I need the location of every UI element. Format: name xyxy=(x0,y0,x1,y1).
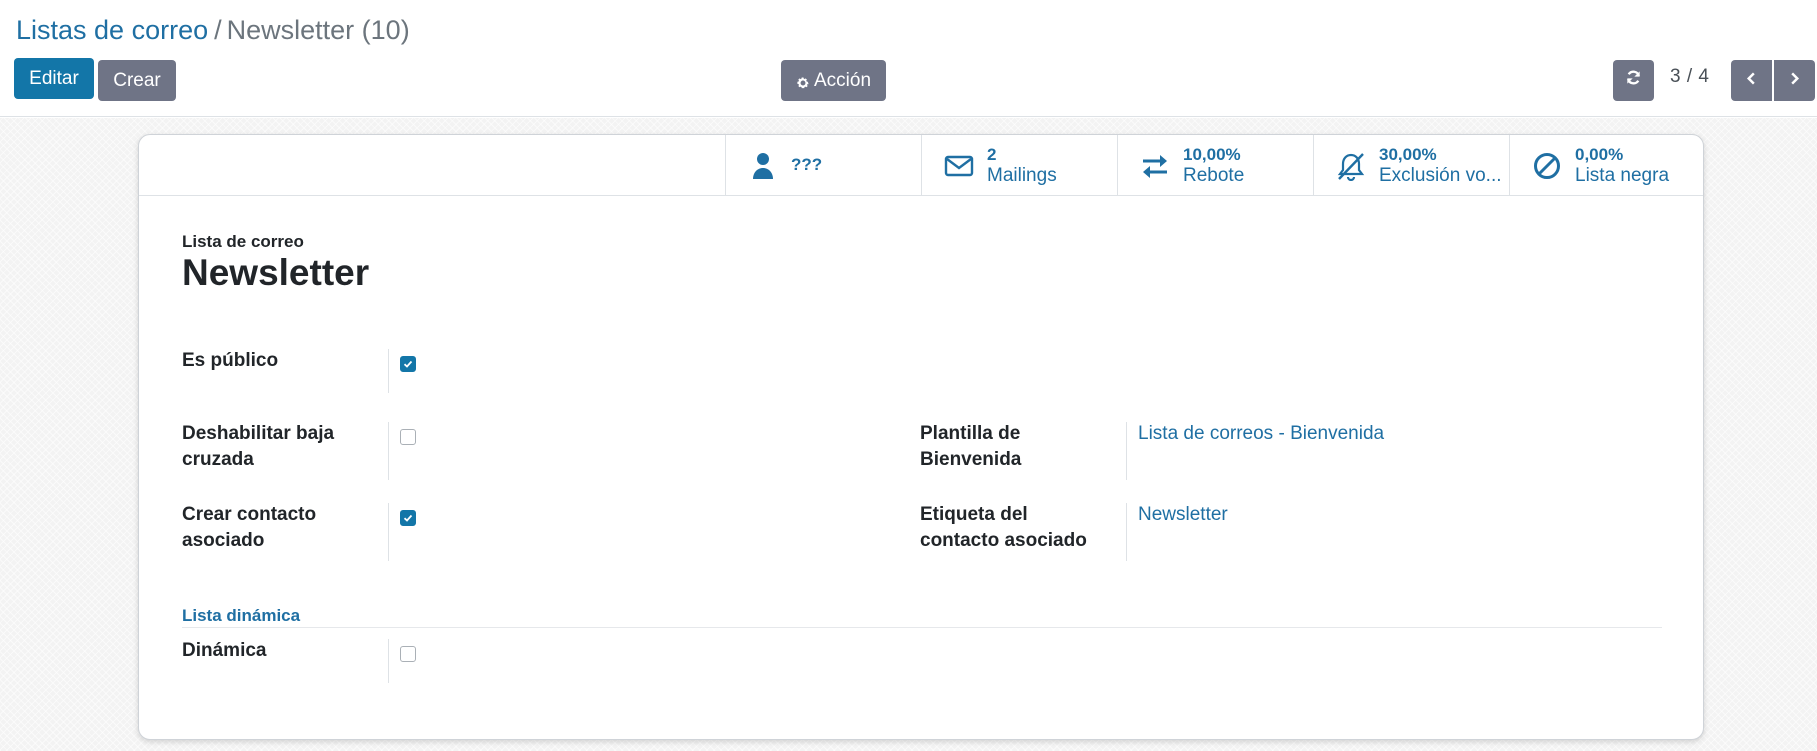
action-button[interactable]: Acción xyxy=(781,60,886,101)
dynamic-section-title: Lista dinámica xyxy=(182,606,301,625)
blacklist-stat-value: 0,00% xyxy=(1575,145,1624,164)
welcome-template-link[interactable]: Lista de correos - Bienvenida xyxy=(1138,423,1384,445)
form-sheet: ??? 2 Mailings 10,00% Rebote 30,00% Excl… xyxy=(138,134,1704,740)
create-contact-label: Crear contacto asociado xyxy=(182,502,316,554)
control-panel: Listas de correo / Newsletter (10) Editar … xyxy=(0,0,1817,117)
disable-cross-label-line2: cruzada xyxy=(182,449,254,470)
breadcrumb-separator: / xyxy=(214,15,222,45)
contact-tag-link[interactable]: Newsletter xyxy=(1138,504,1228,526)
ban-icon xyxy=(1532,151,1562,181)
optout-stat-value: 30,00% xyxy=(1379,145,1437,164)
envelope-icon xyxy=(944,151,974,181)
breadcrumb-parent-link[interactable]: Listas de correo xyxy=(16,15,208,45)
bounce-stat-button[interactable]: 10,00% Rebote xyxy=(1117,135,1313,195)
disable-cross-label-line1: Deshabilitar baja xyxy=(182,423,335,444)
chevron-left-icon xyxy=(1744,70,1759,92)
name-field-label: Lista de correo xyxy=(182,232,304,251)
create-contact-checkbox[interactable] xyxy=(400,510,416,526)
create-contact-label-line1: Crear contacto xyxy=(182,504,317,525)
breadcrumb-current: Newsletter (10) xyxy=(226,15,410,45)
welcome-template-label-line1: Plantilla de xyxy=(920,423,1021,444)
create-button[interactable]: Crear xyxy=(98,60,176,101)
reload-button[interactable] xyxy=(1613,60,1654,101)
action-button-label: Acción xyxy=(813,69,872,91)
exchange-icon xyxy=(1140,151,1170,181)
contact-tag-label: Etiqueta del contacto asociado xyxy=(920,502,1087,554)
edit-button-label: Editar xyxy=(29,67,79,89)
optout-stat-label: Exclusión vo... xyxy=(1379,165,1502,186)
bounce-stat-value: 10,00% xyxy=(1183,145,1241,164)
field-separator xyxy=(1126,503,1127,561)
create-button-label: Crear xyxy=(113,69,161,91)
field-separator xyxy=(388,349,389,393)
pager-previous-button[interactable] xyxy=(1731,60,1772,101)
disable-cross-label: Deshabilitar baja cruzada xyxy=(182,421,334,473)
welcome-template-label-line2: Bienvenida xyxy=(920,449,1022,470)
mailings-stat-value: 2 xyxy=(987,145,997,164)
pager-value[interactable]: 3 / 4 xyxy=(1670,66,1709,88)
smart-button-box: ??? 2 Mailings 10,00% Rebote 30,00% Excl… xyxy=(139,135,1703,196)
section-divider xyxy=(182,627,1662,628)
field-separator xyxy=(388,639,389,683)
bell-slash-icon xyxy=(1336,151,1366,182)
mailings-stat-button[interactable]: 2 Mailings xyxy=(921,135,1117,195)
field-separator xyxy=(388,503,389,561)
is-public-label: Es público xyxy=(182,350,279,371)
field-separator xyxy=(1126,422,1127,480)
blacklist-stat-label: Lista negra xyxy=(1575,165,1670,186)
chevron-right-icon xyxy=(1787,70,1802,92)
gear-icon xyxy=(796,74,810,88)
breadcrumb: Listas de correo / Newsletter (10) xyxy=(16,12,410,48)
bounce-stat-label: Rebote xyxy=(1183,165,1245,186)
pager-next-button[interactable] xyxy=(1774,60,1815,101)
user-icon xyxy=(748,151,778,181)
blacklist-stat-button[interactable]: 0,00% Lista negra xyxy=(1509,135,1704,195)
edit-button[interactable]: Editar xyxy=(14,58,94,99)
contacts-stat-button[interactable]: ??? xyxy=(725,135,921,195)
contacts-stat-value: ??? xyxy=(791,155,823,174)
optout-stat-button[interactable]: 30,00% Exclusión vo... xyxy=(1313,135,1509,195)
page-title: Newsletter xyxy=(182,252,370,293)
disable-cross-checkbox[interactable] xyxy=(400,429,416,445)
contact-tag-label-line2: contacto asociado xyxy=(920,530,1087,551)
dynamic-label: Dinámica xyxy=(182,640,267,661)
contact-tag-label-line1: Etiqueta del xyxy=(920,504,1028,525)
refresh-icon xyxy=(1625,69,1642,92)
field-separator xyxy=(388,422,389,480)
welcome-template-label: Plantilla de Bienvenida xyxy=(920,421,1021,473)
create-contact-label-line2: asociado xyxy=(182,530,265,551)
is-public-checkbox[interactable] xyxy=(400,356,416,372)
dynamic-checkbox[interactable] xyxy=(400,646,416,662)
mailings-stat-label: Mailings xyxy=(987,165,1057,186)
